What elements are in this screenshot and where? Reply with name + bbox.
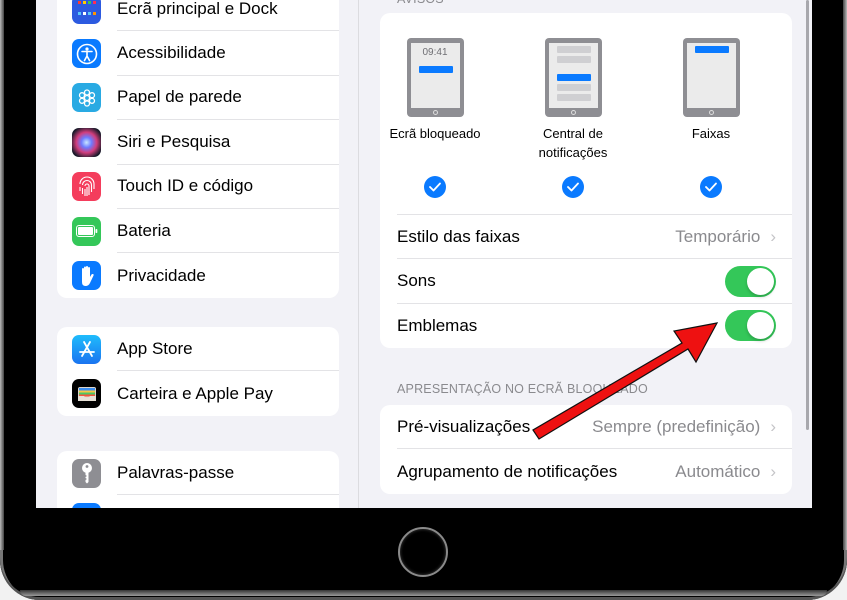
sidebar-item-home-screen[interactable]: Ecrã principal e Dock	[57, 0, 339, 32]
sidebar-item-label: App Store	[117, 327, 339, 372]
sidebar-item-label: Bateria	[117, 209, 339, 254]
sidebar-item-label: Acessibilidade	[117, 31, 339, 76]
alert-option-banners[interactable]: Faixas	[646, 13, 776, 198]
sidebar-item-wallet[interactable]: Carteira e Apple Pay	[57, 371, 339, 415]
sidebar-item-label: Siri e Pesquisa	[117, 120, 339, 165]
sounds-toggle[interactable]	[725, 265, 776, 297]
sidebar-item-label: Papel de parede	[117, 76, 339, 121]
mail-icon	[72, 503, 101, 508]
previews-value: Sempre (predefinição)	[592, 416, 761, 436]
previews-row[interactable]: Pré-visualizações Sempre (predefinição) …	[397, 405, 792, 450]
sidebar-item-mail[interactable]	[57, 495, 339, 508]
chevron-right-icon: ›	[770, 461, 776, 481]
sidebar-group-accounts: Palavras-passe	[57, 451, 339, 508]
device-edge	[843, 0, 847, 550]
chevron-right-icon: ›	[770, 226, 776, 246]
wallpaper-icon	[72, 83, 101, 113]
sidebar-item-battery[interactable]: Bateria	[57, 209, 339, 254]
siri-icon	[72, 127, 101, 157]
sidebar-group-general: Ecrã principal e Dock Acessibilidade Pap…	[57, 0, 339, 298]
sounds-row: Sons	[397, 259, 792, 304]
badges-toggle[interactable]	[725, 310, 776, 342]
badges-label: Emblemas	[397, 315, 478, 335]
ipad-screen: Ecrã principal e Dock Acessibilidade Pap…	[36, 0, 812, 508]
preview-time: 09:41	[422, 47, 448, 58]
sounds-label: Sons	[397, 271, 436, 291]
alert-option-lock-screen[interactable]: 09:41 Ecrã bloqueado	[380, 13, 500, 198]
sidebar-item-label: Privacidade	[117, 265, 206, 285]
banner-style-label: Estilo das faixas	[397, 226, 520, 246]
fingerprint-icon	[72, 172, 101, 202]
app-store-icon	[72, 334, 101, 364]
scrollbar[interactable]	[806, 0, 809, 430]
sidebar-item-app-store[interactable]: App Store	[57, 327, 339, 372]
settings-sidebar: Ecrã principal e Dock Acessibilidade Pap…	[36, 0, 359, 508]
hand-icon	[72, 261, 101, 291]
home-screen-icon	[72, 0, 101, 24]
badges-row: Emblemas	[397, 304, 792, 348]
checkmark-icon[interactable]	[700, 176, 722, 198]
lock-screen-card: Pré-visualizações Sempre (predefinição) …	[380, 405, 792, 494]
device-bottom-edge	[20, 590, 827, 596]
ipad-banners-preview-icon	[682, 38, 740, 117]
sidebar-item-siri[interactable]: Siri e Pesquisa	[57, 120, 339, 165]
checkmark-icon[interactable]	[424, 176, 446, 198]
notification-grouping-label: Agrupamento de notificações	[397, 461, 618, 481]
alert-option-label: Central de notificações	[538, 126, 608, 160]
ipad-lock-screen-preview-icon: 09:41	[406, 38, 464, 117]
sidebar-item-accessibility[interactable]: Acessibilidade	[57, 31, 339, 76]
alert-style-picker: 09:41 Ecrã bloqueado Central de notifica…	[389, 13, 792, 215]
sidebar-item-privacy[interactable]: Privacidade	[57, 253, 339, 297]
lock-screen-section-header: APRESENTAÇÃO NO ECRÃ BLOQUEADO	[397, 382, 648, 396]
sidebar-item-wallpaper[interactable]: Papel de parede	[57, 76, 339, 121]
wallet-icon	[72, 379, 101, 409]
sidebar-item-label: Touch ID e código	[117, 165, 339, 209]
sidebar-item-label	[117, 495, 339, 508]
home-button[interactable]	[398, 527, 448, 577]
battery-icon	[72, 216, 101, 246]
device-edge	[0, 0, 4, 550]
alerts-card: 09:41 Ecrã bloqueado Central de notifica…	[380, 13, 792, 349]
notification-grouping-row[interactable]: Agrupamento de notificações Automático ›	[397, 449, 792, 493]
sidebar-item-touch-id[interactable]: Touch ID e código	[57, 165, 339, 209]
accessibility-icon	[72, 39, 101, 69]
notification-grouping-value: Automático	[675, 461, 761, 481]
key-icon	[72, 458, 101, 488]
notification-settings-pane: AVISOS 09:41 Ecrã bloqueado	[360, 0, 812, 508]
alert-option-label: Ecrã bloqueado	[389, 126, 481, 141]
alert-option-notification-centre[interactable]: Central de notificações	[508, 13, 638, 198]
sidebar-item-label: Palavras-passe	[117, 451, 339, 496]
previews-label: Pré-visualizações	[397, 416, 531, 436]
sidebar-item-label: Ecrã principal e Dock	[117, 0, 339, 32]
sidebar-group-stores: App Store Carteira e Apple Pay	[57, 327, 339, 416]
preview-banner	[418, 66, 453, 73]
banner-style-row[interactable]: Estilo das faixas Temporário ›	[397, 215, 792, 260]
sidebar-item-passwords[interactable]: Palavras-passe	[57, 451, 339, 496]
chevron-right-icon: ›	[770, 416, 776, 436]
sidebar-item-label: Carteira e Apple Pay	[117, 383, 273, 403]
ipad-notification-centre-preview-icon	[544, 38, 602, 117]
alert-option-label: Faixas	[691, 126, 731, 141]
alerts-section-header: AVISOS	[397, 0, 444, 6]
checkmark-icon[interactable]	[562, 176, 584, 198]
banner-style-value: Temporário	[675, 226, 761, 246]
